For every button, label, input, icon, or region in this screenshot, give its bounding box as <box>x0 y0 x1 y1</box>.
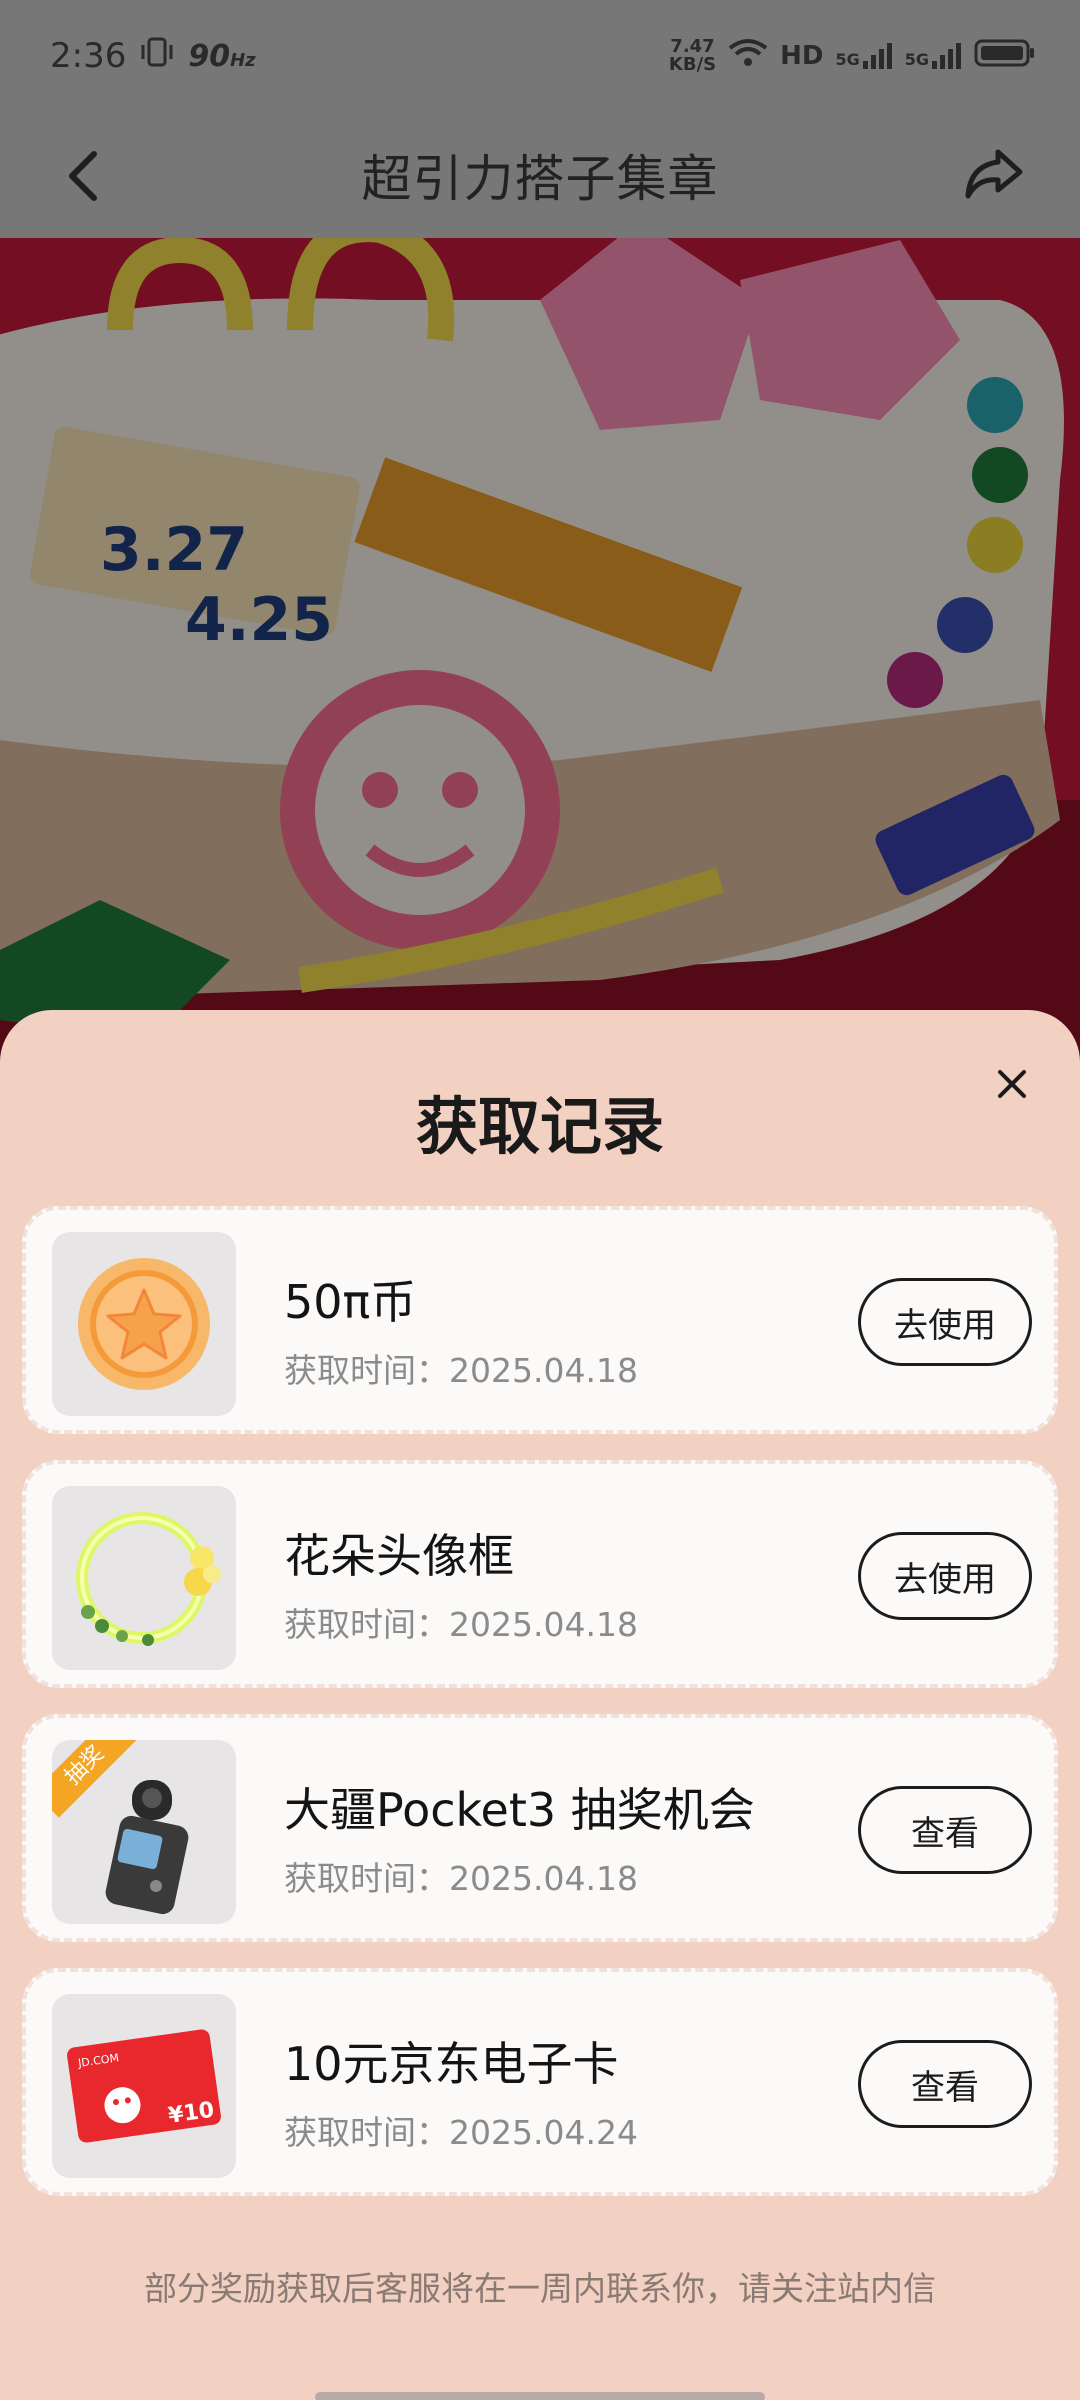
item-time: 获取时间：2025.04.18 <box>284 1351 638 1390</box>
page-title: 超引力搭子集章 <box>361 150 719 208</box>
camera-icon: 抽奖 <box>52 1740 236 1924</box>
wifi-icon <box>728 38 768 75</box>
refresh-rate: 90Hz <box>188 38 256 74</box>
clock: 2:36 <box>50 36 127 76</box>
item-name: 10元京东电子卡 <box>284 2037 619 2091</box>
use-button[interactable]: 去使用 <box>858 1278 1032 1366</box>
record-card: 花朵头像框 获取时间：2025.04.18 去使用 <box>22 1460 1058 1688</box>
footnote: 部分奖励获取后客服将在一周内联系你，请关注站内信 <box>144 2269 936 2308</box>
sheet-title: 获取记录 <box>415 1090 664 1163</box>
gift-card-icon: JD.COM ¥10 <box>52 1994 236 2178</box>
item-name: 大疆Pocket3 抽奖机会 <box>284 1783 755 1837</box>
signal-icon-2: 5G <box>905 43 962 69</box>
network-speed: 7.47 KB/S <box>668 36 717 75</box>
item-name: 花朵头像框 <box>284 1529 514 1583</box>
record-card: 抽奖 大疆Pocket3 抽奖机会 获取时间：2025.04.18 查看 <box>22 1714 1058 1942</box>
acquisition-record-sheet: 获取记录 50π币 获取时间：2025.04.18 去使用 花朵头像框 获取时间… <box>0 1010 1080 2400</box>
item-name: 50π币 <box>284 1275 417 1329</box>
status-bar: 2:36 90Hz 7.47 KB/S HD 5G 5G <box>0 0 1080 112</box>
vibrate-icon <box>140 36 174 76</box>
signal-icon: 5G <box>835 43 892 69</box>
item-time: 获取时间：2025.04.18 <box>284 1859 638 1898</box>
hd-indicator: HD <box>780 41 824 71</box>
flower-frame-icon <box>52 1486 236 1670</box>
record-card: 50π币 获取时间：2025.04.18 去使用 <box>22 1206 1058 1434</box>
back-icon[interactable] <box>52 140 122 210</box>
item-time: 获取时间：2025.04.18 <box>284 1605 638 1644</box>
share-icon[interactable] <box>960 138 1030 208</box>
coin-icon <box>52 1232 236 1416</box>
record-card: JD.COM ¥10 10元京东电子卡 获取时间：2025.04.24 查看 <box>22 1968 1058 2196</box>
view-button[interactable]: 查看 <box>858 1786 1032 1874</box>
view-button[interactable]: 查看 <box>858 2040 1032 2128</box>
navigation-bar: 超引力搭子集章 <box>0 112 1080 238</box>
use-button[interactable]: 去使用 <box>858 1532 1032 1620</box>
battery-icon <box>974 38 1036 75</box>
home-indicator[interactable] <box>315 2392 765 2400</box>
item-time: 获取时间：2025.04.24 <box>284 2113 638 2152</box>
close-icon[interactable] <box>982 1054 1042 1114</box>
